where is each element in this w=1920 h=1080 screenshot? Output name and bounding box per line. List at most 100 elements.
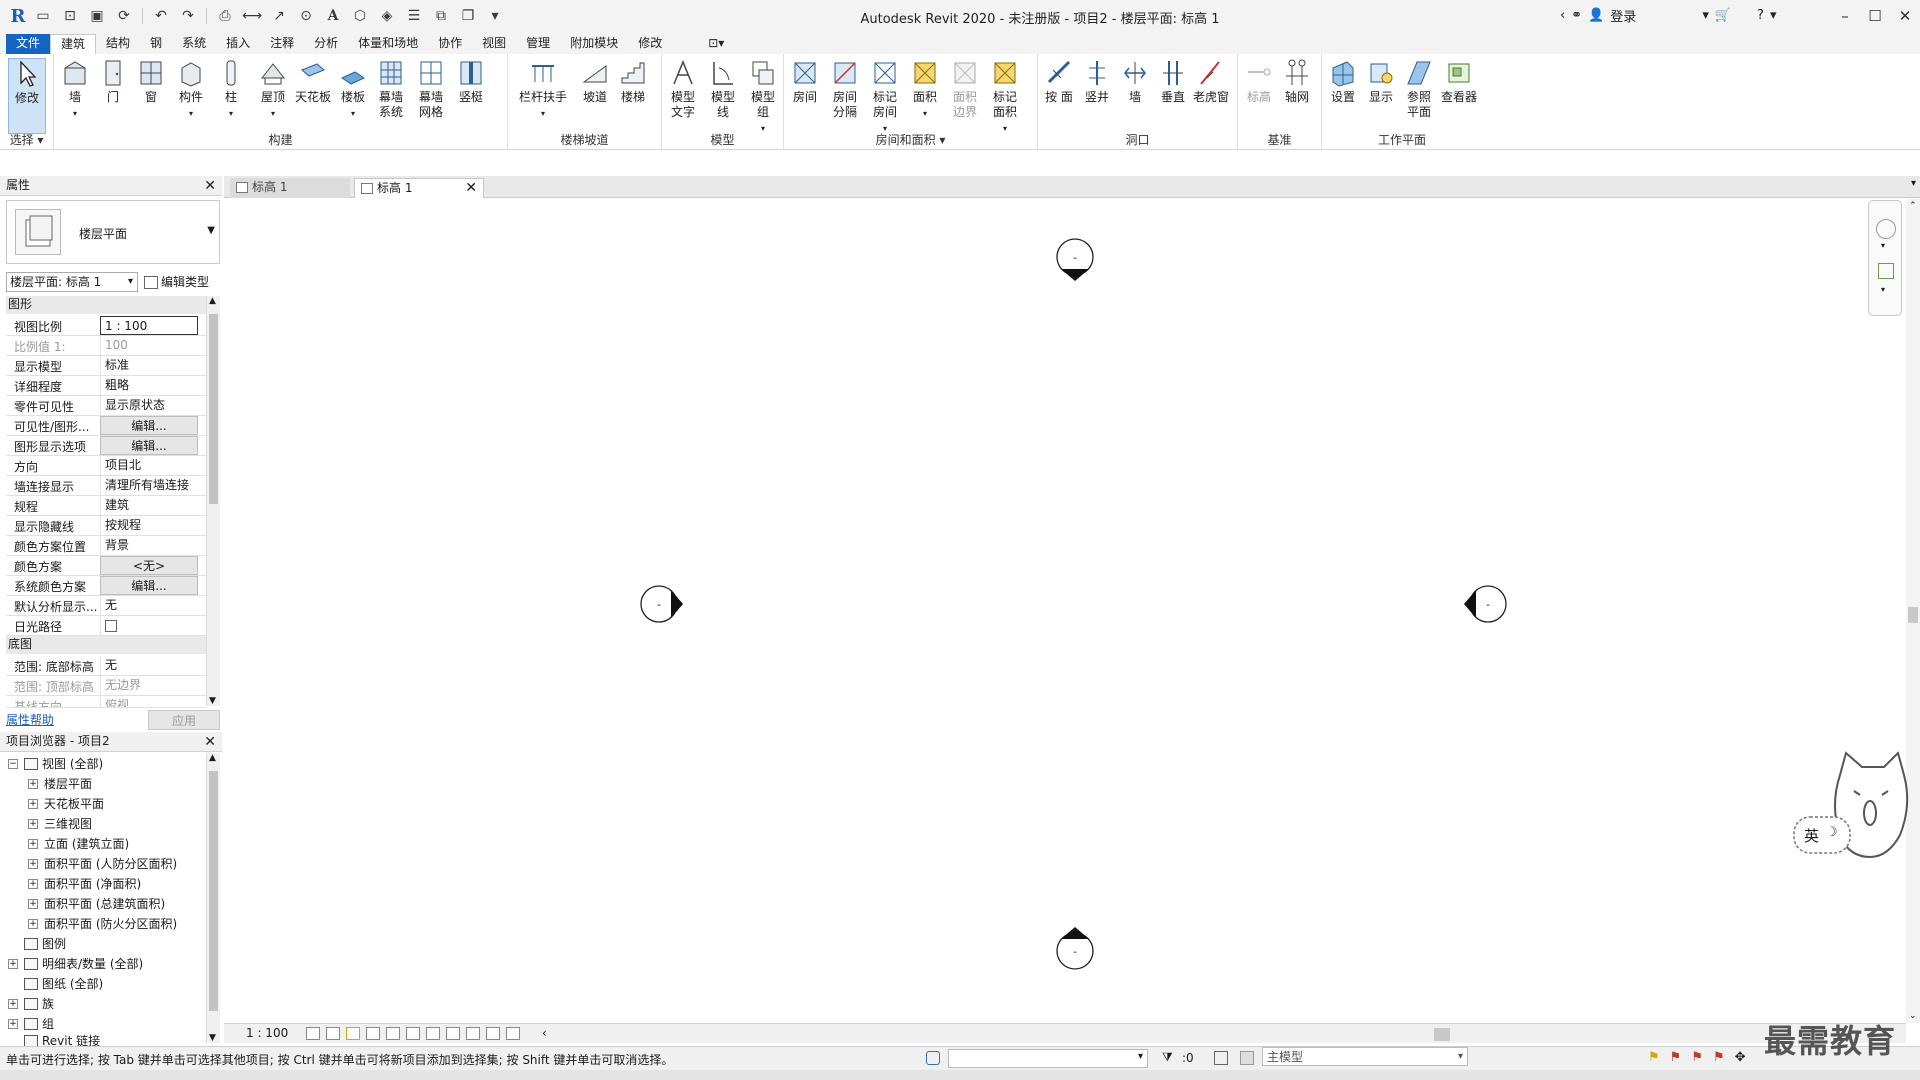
chevron-down-icon[interactable]: ▾ xyxy=(1702,8,1709,23)
scroll-down-icon[interactable]: ▼ xyxy=(209,1033,216,1043)
browser-scrollbar[interactable]: ▲ ▼ xyxy=(206,753,220,1043)
browser-tree-item[interactable]: +图例 xyxy=(8,934,66,954)
scroll-up-icon[interactable]: ⌃ xyxy=(1909,201,1917,211)
view-scale[interactable]: 1 : 100 xyxy=(246,1026,288,1040)
tab-systems[interactable]: 系统 xyxy=(172,34,216,54)
chevron-left-icon[interactable]: ‹ xyxy=(1560,8,1565,23)
tab-insert[interactable]: 插入 xyxy=(216,34,260,54)
browser-tree-item[interactable]: + 面积平面 (防火分区面积) xyxy=(28,914,177,934)
temp-hide-icon[interactable] xyxy=(426,1027,440,1040)
browser-tree-item[interactable]: − 视图 (全部) xyxy=(8,754,103,774)
browser-tree-item[interactable]: +图纸 (全部) xyxy=(8,974,103,994)
property-value[interactable] xyxy=(100,616,198,635)
browser-tree-item[interactable]: + 楼层平面 xyxy=(28,774,92,794)
ime-widget[interactable]: 英 ☽ xyxy=(1790,745,1920,865)
category-underlay[interactable]: 底图 ⌃ xyxy=(6,636,220,654)
property-row[interactable]: 详细程度 粗略 xyxy=(6,376,206,396)
chevron-down-icon[interactable]: ▾ xyxy=(1770,8,1777,23)
text-icon[interactable]: A xyxy=(321,5,345,27)
property-value[interactable]: 粗略 xyxy=(100,376,198,395)
select-pinned-icon[interactable]: ⚑ xyxy=(1691,1050,1703,1065)
select-underlay-icon[interactable]: ⚑ xyxy=(1670,1050,1682,1065)
detail-level-icon[interactable] xyxy=(306,1027,320,1040)
reveal-hidden-icon[interactable] xyxy=(446,1027,460,1040)
measure-icon[interactable]: ⟷ xyxy=(240,5,264,27)
print-icon[interactable]: ⎙ xyxy=(213,5,237,27)
model-group-button[interactable]: 模型 组 ▾ xyxy=(744,58,782,136)
redo-icon[interactable]: ↷ xyxy=(176,5,200,27)
property-row[interactable]: 规程 建筑 xyxy=(6,496,206,516)
expand-icon[interactable]: + xyxy=(8,959,18,969)
floor-button[interactable]: 楼板 ▾ xyxy=(334,58,372,121)
browser-tree-item[interactable]: + 面积平面 (人防分区面积) xyxy=(28,854,177,874)
wall-opening-button[interactable]: 墙 xyxy=(1116,58,1154,105)
ref-plane-button[interactable]: 参照 平面 xyxy=(1400,58,1438,120)
property-value[interactable]: 100 xyxy=(100,336,198,355)
vertical-opening-button[interactable]: 垂直 xyxy=(1154,58,1192,105)
property-row[interactable]: 显示模型 标准 xyxy=(6,356,206,376)
steering-wheel-icon[interactable] xyxy=(1876,219,1896,239)
select-by-face-icon[interactable]: ⚑ xyxy=(1713,1050,1725,1065)
horizontal-scrollbar-thumb[interactable] xyxy=(1434,1028,1450,1041)
view-tab-level-1-inactive[interactable]: 标高 1 xyxy=(230,178,350,198)
expand-icon[interactable]: + xyxy=(28,919,38,929)
property-edit-button[interactable]: <无> xyxy=(100,556,198,575)
user-icon[interactable]: 👤 xyxy=(1588,8,1604,23)
save-icon[interactable]: ▣ xyxy=(85,5,109,27)
property-edit-button[interactable]: 编辑... xyxy=(100,416,198,435)
tab-overflow-icon[interactable]: ▾ xyxy=(1911,178,1916,189)
category-graphics[interactable]: 图形 ⌃ xyxy=(6,296,220,314)
mullion-button[interactable]: 竖梃 xyxy=(452,58,490,105)
level-button[interactable]: 标高 xyxy=(1240,58,1278,105)
model-text-button[interactable]: 模型 文字 xyxy=(664,58,702,120)
group-title-select[interactable]: 选择 ▾ xyxy=(0,131,53,148)
cart-icon[interactable]: 🛒 xyxy=(1715,8,1731,23)
workset-select[interactable]: ▾ xyxy=(948,1049,1148,1068)
elevation-marker-east[interactable]: - xyxy=(1464,585,1507,623)
chevron-down-icon[interactable]: ▾ xyxy=(1881,241,1885,250)
property-row[interactable]: 基线方向 俯视 xyxy=(6,696,206,708)
worksharing-icon[interactable] xyxy=(926,1051,940,1065)
sync-icon[interactable]: ⟳ xyxy=(112,5,136,27)
model-line-button[interactable]: 模型 线 xyxy=(704,58,742,120)
show-crop-icon[interactable] xyxy=(406,1027,420,1040)
property-row[interactable]: 比例值 1: 100 xyxy=(6,336,206,356)
property-row[interactable]: 颜色方案位置 背景 xyxy=(6,536,206,556)
curtain-system-button[interactable]: 幕墙 系统 xyxy=(372,58,410,120)
properties-help-link[interactable]: 属性帮助 xyxy=(6,713,54,727)
browser-tree-item[interactable]: + 天花板平面 xyxy=(28,794,104,814)
property-value[interactable]: 无 xyxy=(100,656,198,675)
property-row[interactable]: 墙连接显示 清理所有墙连接 xyxy=(6,476,206,496)
elevation-marker-north[interactable]: - xyxy=(1056,238,1094,281)
roof-button[interactable]: 屋顶 ▾ xyxy=(254,58,292,121)
property-value[interactable]: 项目北 xyxy=(100,456,198,475)
canvas-vertical-scrollbar[interactable]: ⌃ ⌄ xyxy=(1906,199,1920,1023)
tag-icon[interactable]: ⊙ xyxy=(294,5,318,27)
tab-annotate[interactable]: 注释 xyxy=(260,34,304,54)
expand-icon[interactable]: + xyxy=(28,779,38,789)
area-boundary-button[interactable]: 面积 边界 xyxy=(946,58,984,120)
property-row[interactable]: 默认分析显示... 无 xyxy=(6,596,206,616)
view-tab-level-1-active[interactable]: 标高 1 ✕ xyxy=(354,178,484,198)
dimension-icon[interactable]: ↗ xyxy=(267,5,291,27)
scrollbar-thumb[interactable] xyxy=(209,771,218,1011)
area-button[interactable]: 面积 ▾ xyxy=(906,58,944,121)
home-icon[interactable]: ▭ xyxy=(31,5,55,27)
apply-button[interactable]: 应用 xyxy=(148,710,220,730)
tab-file[interactable]: 文件 xyxy=(6,34,51,54)
shadows-icon[interactable] xyxy=(366,1027,380,1040)
constraints-icon[interactable] xyxy=(506,1027,520,1040)
modify-button[interactable]: 修改 xyxy=(8,58,46,134)
tab-steel[interactable]: 钢 xyxy=(140,34,172,54)
instance-filter-select[interactable]: 楼层平面: 标高 1 ▾ xyxy=(6,272,138,292)
chevron-down-icon[interactable]: ▼ xyxy=(207,225,215,236)
minimize-icon[interactable]: – xyxy=(1830,0,1860,32)
tab-architecture[interactable]: 建筑 xyxy=(50,34,97,54)
switch-windows-icon[interactable]: ❐ xyxy=(456,5,480,27)
property-value[interactable]: 显示原状态 xyxy=(100,396,198,415)
expand-icon[interactable]: + xyxy=(28,839,38,849)
property-row[interactable]: 方向 项目北 xyxy=(6,456,206,476)
scrollbar-thumb[interactable] xyxy=(1908,607,1918,623)
stair-button[interactable]: 楼梯 xyxy=(614,58,652,105)
elevation-marker-south[interactable]: - xyxy=(1056,927,1094,970)
